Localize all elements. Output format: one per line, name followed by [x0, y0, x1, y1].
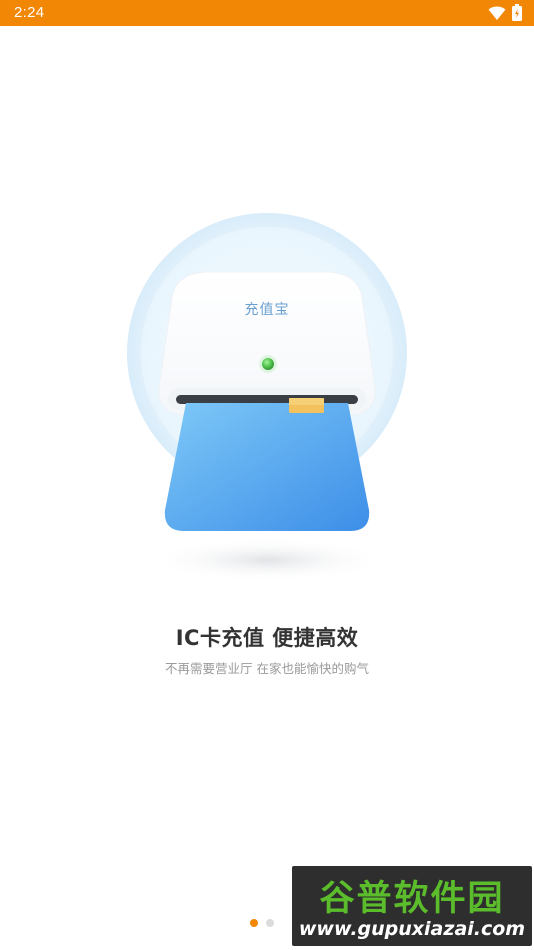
- ic-card: [164, 403, 370, 531]
- page-indicator[interactable]: [250, 919, 274, 927]
- watermark-url: www.gupuxiazai.com: [298, 918, 526, 940]
- card-shadow: [148, 538, 388, 582]
- onboarding-subtitle: 不再需要营业厅 在家也能愉快的购气: [165, 661, 369, 676]
- page-dot-active[interactable]: [250, 919, 258, 927]
- watermark-logo: 谷普软件园 www.gupuxiazai.com: [292, 866, 532, 946]
- page-dot[interactable]: [266, 919, 274, 927]
- onboarding-title: IC卡充值 便捷高效: [175, 626, 359, 650]
- device-label: 充值宝: [244, 302, 290, 318]
- watermark-brand: 谷普软件园: [319, 879, 505, 919]
